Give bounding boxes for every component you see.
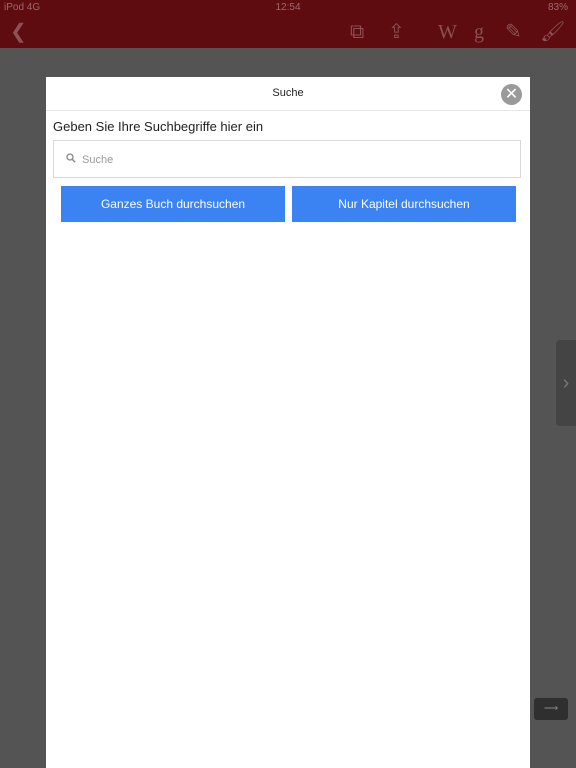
dialog-header: Suche ✕: [46, 77, 530, 111]
battery-label: 83%: [547, 2, 568, 13]
search-icon: [66, 153, 76, 163]
next-page-tab[interactable]: ›: [556, 340, 576, 426]
copy-icon[interactable]: ⧉: [350, 20, 364, 44]
wikipedia-icon[interactable]: W: [438, 20, 457, 44]
share-icon[interactable]: ⇪: [388, 20, 405, 44]
close-icon: ✕: [504, 86, 519, 103]
clock-label: 12:54: [275, 2, 301, 13]
search-prompt: Geben Sie Ihre Suchbegriffe hier ein: [53, 119, 264, 134]
brush-icon[interactable]: 🖌: [540, 20, 565, 44]
status-bar: iPod 4G 12:54 83%: [0, 0, 576, 16]
search-field[interactable]: [53, 140, 521, 179]
search-chapter-only-button[interactable]: Nur Kapitel durchsuchen: [292, 186, 516, 222]
google-icon[interactable]: g: [474, 20, 484, 44]
search-dialog: Suche ✕ Geben Sie Ihre Suchbegriffe hier…: [46, 77, 530, 768]
dialog-title: Suche: [272, 87, 304, 99]
page-indicator-button[interactable]: ⟶: [534, 698, 568, 720]
pencil-icon[interactable]: ✎: [505, 20, 522, 44]
search-whole-book-button[interactable]: Ganzes Buch durchsuchen: [61, 186, 285, 222]
close-button[interactable]: ✕: [501, 84, 522, 105]
chevron-left-icon[interactable]: ❮: [10, 20, 27, 44]
chevron-right-icon: ›: [562, 372, 570, 394]
search-input[interactable]: [80, 141, 514, 179]
reader-toolbar: ❮ ⧉ ⇪ W g ✎ 🖌: [0, 16, 576, 48]
arrow-icon: ⟶: [543, 703, 559, 714]
